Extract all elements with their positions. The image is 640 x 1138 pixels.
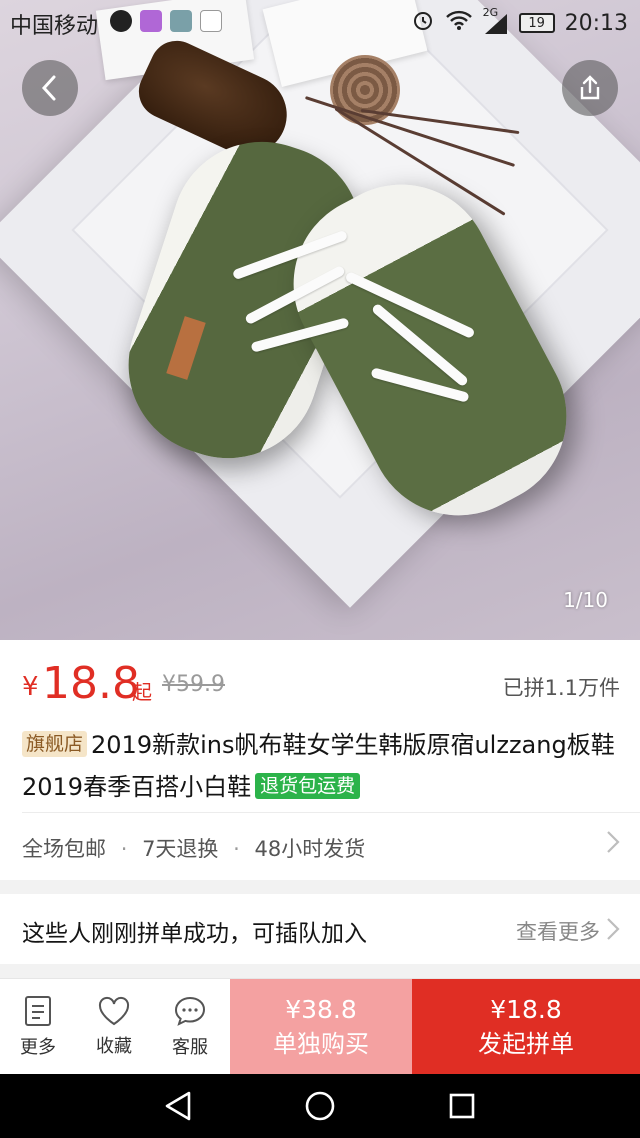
product-image[interactable]: 1/10	[0, 0, 640, 640]
image-counter: 1/10	[563, 588, 608, 612]
notification-icons	[110, 10, 222, 32]
service-shipping-time: 48小时发货	[254, 837, 366, 861]
currency-symbol: ¥	[22, 672, 39, 702]
nav-back-icon[interactable]	[160, 1088, 196, 1124]
start-group-buy-button[interactable]: ¥18.8 发起拼单	[412, 979, 640, 1075]
service-row[interactable]: 全场包邮 · 7天退换 · 48小时发货	[0, 813, 640, 880]
share-icon	[580, 75, 600, 100]
share-button[interactable]	[562, 60, 618, 116]
qq-icon	[110, 10, 132, 32]
nav-home-icon[interactable]	[302, 1088, 338, 1124]
clock: 20:13	[564, 10, 628, 36]
flagship-store-badge[interactable]: 旗舰店	[22, 731, 88, 757]
carrier-name: 中国移动	[10, 14, 99, 39]
system-nav-bar	[0, 1074, 640, 1138]
group-buy-label: 发起拼单	[478, 1030, 574, 1058]
group-buy-price: ¥18.8	[490, 995, 562, 1024]
signal-icon: 2G	[483, 6, 509, 34]
original-price: ¥59.9	[162, 672, 225, 697]
group-buy-row[interactable]: 这些人刚刚拼单成功，可插队加入 查看更多	[0, 894, 640, 964]
view-more-link[interactable]: 查看更多	[516, 916, 600, 946]
sold-count: 已拼1.1万件	[502, 676, 620, 700]
favorite-button[interactable]: 收藏	[76, 979, 152, 1075]
wifi-icon	[445, 9, 473, 37]
product-info: ¥ 18.8 起 ¥59.9 已拼1.1万件 旗舰店 2019新款ins帆布鞋女学…	[0, 640, 640, 880]
price-row: ¥ 18.8 起 ¥59.9 已拼1.1万件	[22, 660, 622, 710]
back-arrow-icon	[41, 75, 56, 101]
back-button[interactable]	[22, 60, 78, 116]
return-shipping-badge[interactable]: 退货包运费	[255, 773, 361, 799]
status-bar: 中国移动 2G 19 20:13	[0, 0, 640, 44]
product-page: 1/10 中国移动 2G 19 20:13 ¥ 18.8 起 ¥59.9 已拼1…	[0, 0, 640, 1138]
service-returns: 7天退换	[142, 837, 219, 861]
buy-alone-label: 单独购买	[273, 1030, 369, 1058]
app-icon	[200, 10, 222, 32]
battery-icon: 19	[518, 13, 555, 33]
nav-recents-icon[interactable]	[444, 1088, 480, 1124]
chat-icon	[174, 996, 206, 1026]
heart-icon	[98, 996, 130, 1026]
buy-alone-price: ¥38.8	[285, 995, 357, 1024]
alarm-icon	[411, 8, 435, 38]
chevron-right-icon	[606, 916, 620, 949]
group-buy-title: 这些人刚刚拼单成功，可插队加入	[22, 921, 367, 947]
bottom-action-bar: 更多 收藏 客服 ¥38.8 单独购买 ¥18.8 发起拼单	[0, 978, 640, 1075]
chevron-right-icon	[606, 829, 620, 862]
gallery-icon	[140, 10, 162, 32]
more-button[interactable]: 更多	[0, 979, 76, 1075]
buy-alone-button[interactable]: ¥38.8 单独购买	[230, 979, 412, 1075]
photo-icon	[170, 10, 192, 32]
product-title: 旗舰店 2019新款ins帆布鞋女学生韩版原宿ulzzang板鞋2019春季百搭小…	[22, 724, 622, 808]
group-price: 18.8	[42, 658, 140, 709]
list-icon	[25, 996, 51, 1026]
customer-service-button[interactable]: 客服	[152, 979, 228, 1075]
service-free-shipping: 全场包邮	[22, 837, 106, 861]
price-suffix: 起	[132, 680, 152, 704]
